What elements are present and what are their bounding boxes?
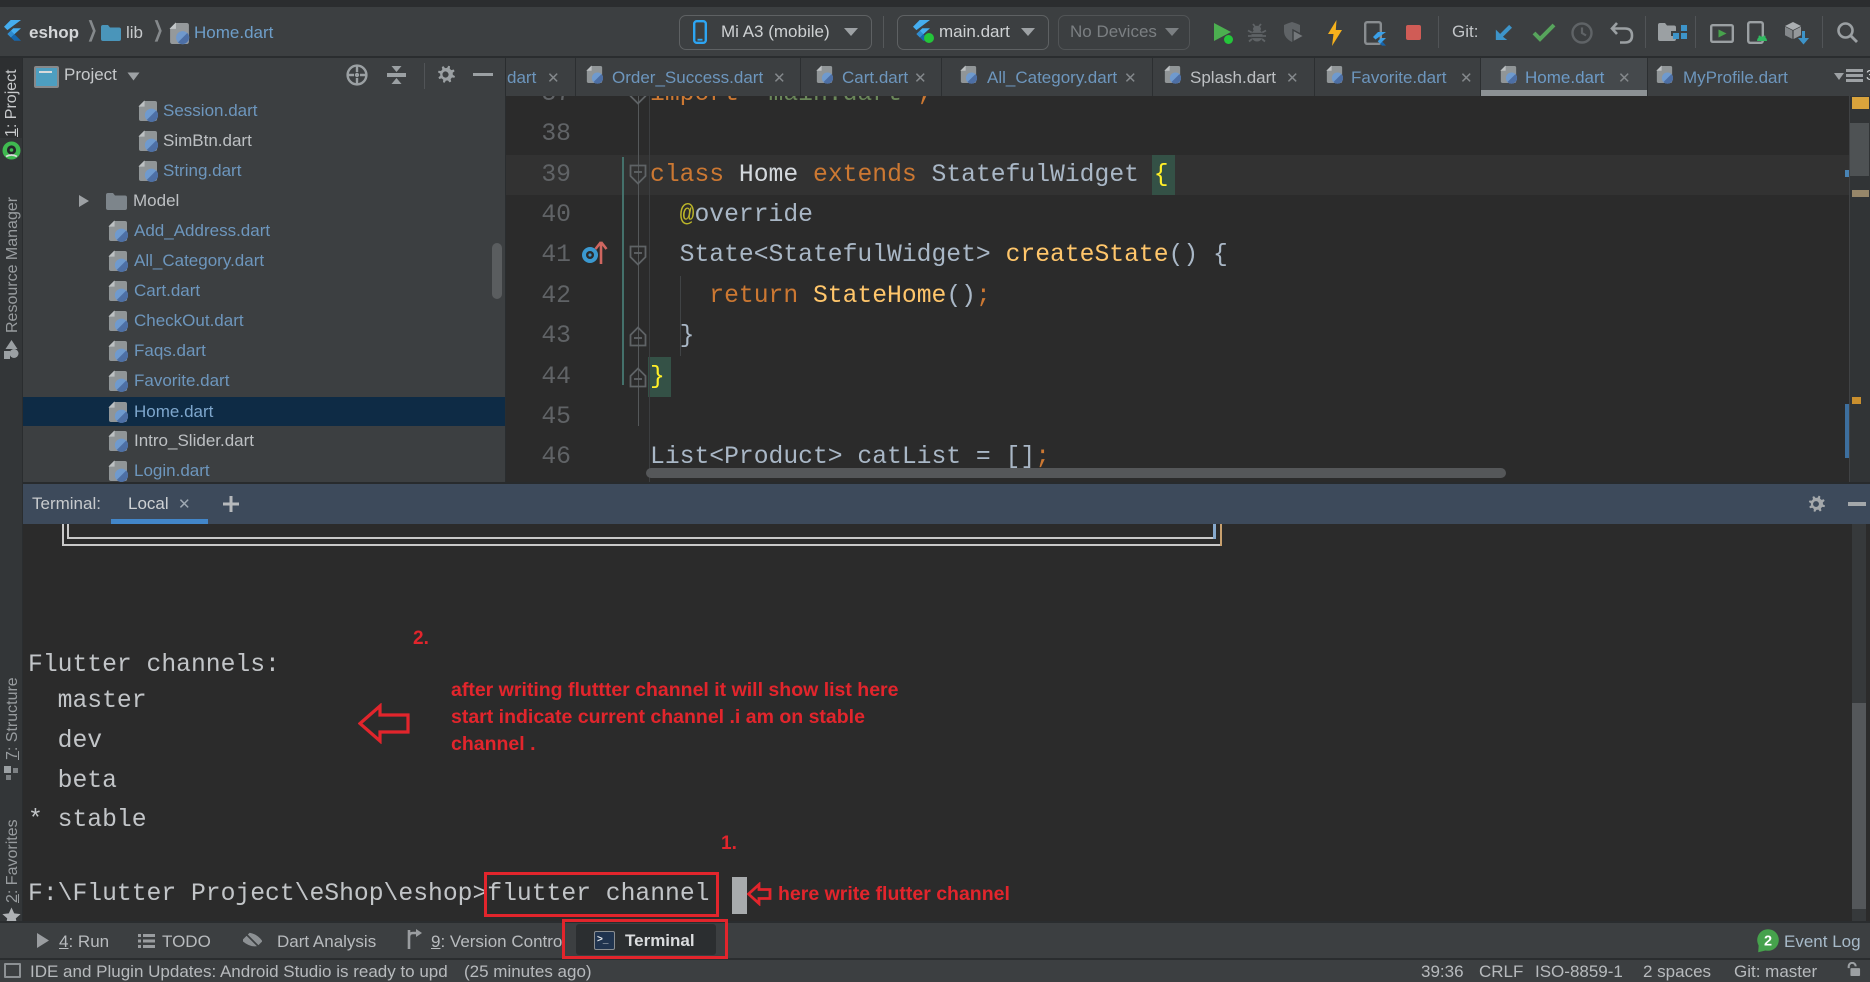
svg-text:2: 2 [1764, 933, 1772, 949]
